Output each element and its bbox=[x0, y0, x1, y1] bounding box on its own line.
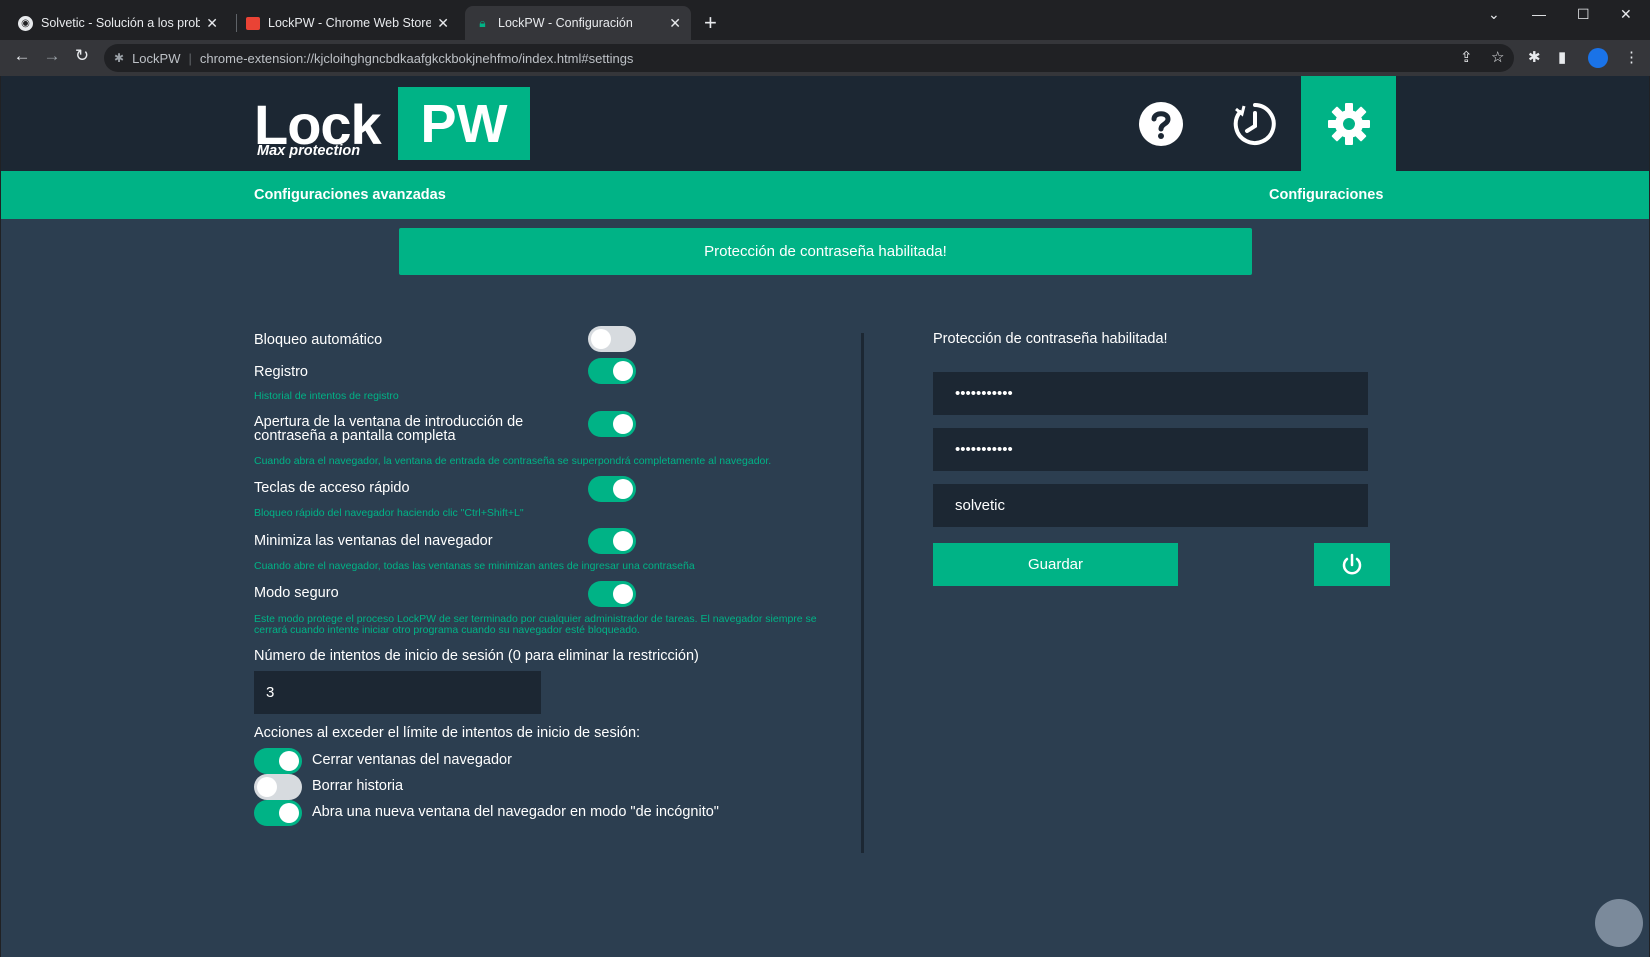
close-window-button[interactable]: ✕ bbox=[1620, 6, 1632, 23]
profile-avatar[interactable] bbox=[1588, 48, 1608, 68]
tab-advanced-settings[interactable]: Configuraciones avanzadas bbox=[254, 187, 446, 203]
power-icon bbox=[1342, 553, 1362, 574]
maximize-button[interactable]: ☐ bbox=[1577, 6, 1590, 23]
tab-search-icon[interactable]: ⌄ bbox=[1488, 6, 1500, 23]
menu-icon[interactable]: ⋮ bbox=[1624, 48, 1639, 66]
browser-toolbar: ← → ↻ ✱ LockPW | chrome-extension://kjcl… bbox=[0, 40, 1650, 76]
toggle-knob bbox=[613, 414, 633, 434]
address-extension-name: LockPW bbox=[132, 50, 181, 66]
setting-label-auto-lock: Bloqueo automático bbox=[254, 332, 383, 348]
toggle-knob bbox=[613, 479, 633, 499]
toggle-knob bbox=[613, 361, 633, 381]
help-icon bbox=[1138, 101, 1183, 146]
setting-label-safe-mode: Modo seguro bbox=[254, 585, 339, 601]
setting-hint-hotkeys: Bloqueo rápido del navegador haciendo cl… bbox=[254, 507, 524, 519]
toggle-close-windows[interactable] bbox=[254, 748, 302, 774]
tab-webstore[interactable]: LockPW - Chrome Web Store ✕ bbox=[236, 6, 459, 40]
forward-icon[interactable]: → bbox=[40, 46, 64, 66]
minimize-button[interactable]: — bbox=[1532, 6, 1546, 22]
tab-title: Solvetic - Solución a los problem bbox=[41, 16, 201, 30]
status-banner: Protección de contraseña habilitada! bbox=[399, 228, 1252, 275]
toggle-minimize[interactable] bbox=[588, 528, 636, 554]
toggle-clear-history[interactable] bbox=[254, 774, 302, 800]
setting-label-log: Registro bbox=[254, 364, 308, 380]
extension-puzzle-icon: ✱ bbox=[114, 51, 125, 65]
toggle-knob bbox=[257, 777, 277, 797]
action-label-clear-history: Borrar historia bbox=[312, 778, 404, 794]
setting-label-hotkeys: Teclas de acceso rápido bbox=[254, 480, 410, 496]
toggle-auto-lock[interactable] bbox=[588, 326, 636, 352]
actions-label: Acciones al exceder el límite de intento… bbox=[254, 725, 641, 741]
tab-title: LockPW - Chrome Web Store bbox=[268, 16, 432, 30]
tab-solvetic[interactable]: ◉ Solvetic - Solución a los problem ✕ bbox=[8, 6, 228, 40]
toggle-incognito[interactable] bbox=[254, 800, 302, 826]
share-icon[interactable]: ⇪ bbox=[1460, 48, 1473, 66]
action-label-close-windows: Cerrar ventanas del navegador bbox=[312, 752, 512, 768]
toggle-fullscreen[interactable] bbox=[588, 411, 636, 437]
action-label-incognito: Abra una nueva ventana del navegador en … bbox=[312, 804, 719, 820]
attempts-label: Número de intentos de inicio de sesión (… bbox=[254, 648, 699, 664]
confirm-password-field[interactable]: ••••••••••• bbox=[933, 428, 1368, 471]
help-button[interactable] bbox=[1113, 76, 1208, 171]
webstore-icon bbox=[246, 16, 260, 30]
globe-icon: ◉ bbox=[18, 15, 33, 31]
address-bar[interactable]: ✱ LockPW | chrome-extension://kjcloihghg… bbox=[104, 44, 1514, 72]
extensions-icon[interactable]: ✱ bbox=[1528, 48, 1541, 66]
toggle-knob bbox=[279, 803, 299, 823]
lockpw-app: Lock Max protection PW Configuraciones a… bbox=[1, 76, 1649, 957]
tab-strip: ◉ Solvetic - Solución a los problem ✕ Lo… bbox=[0, 0, 1650, 40]
watermark-logo bbox=[1595, 899, 1643, 947]
toggle-log[interactable] bbox=[588, 358, 636, 384]
new-tab-button[interactable]: + bbox=[704, 10, 717, 36]
tab-title: LockPW - Configuración bbox=[498, 16, 633, 30]
settings-icon bbox=[1327, 102, 1370, 145]
setting-hint-safe-mode: Este modo protege el proceso LockPW de s… bbox=[254, 613, 817, 636]
bookmark-star-icon[interactable]: ☆ bbox=[1491, 48, 1504, 66]
setting-hint-fullscreen: Cuando abra el navegador, la ventana de … bbox=[254, 455, 772, 467]
app-header: Lock Max protection PW bbox=[1, 76, 1649, 171]
setting-label-fullscreen: Apertura de la ventana de introducción d… bbox=[254, 414, 524, 444]
toggle-safe-mode[interactable] bbox=[588, 581, 636, 607]
logo-tagline: Max protection bbox=[257, 143, 361, 159]
sub-navigation: Configuraciones avanzadas Configuracione… bbox=[1, 171, 1649, 219]
toggle-knob bbox=[613, 584, 633, 604]
side-panel-icon[interactable]: ▮ bbox=[1558, 48, 1566, 66]
address-separator: | bbox=[188, 50, 192, 66]
save-button[interactable]: Guardar bbox=[933, 543, 1178, 586]
password-panel-title: Protección de contraseña habilitada! bbox=[933, 331, 1168, 347]
setting-hint-minimize: Cuando abre el navegador, todas las vent… bbox=[254, 560, 695, 572]
settings-button[interactable] bbox=[1301, 76, 1396, 171]
tab-lockpw-config[interactable]: 🔒︎ LockPW - Configuración ✕ bbox=[465, 6, 691, 40]
reload-icon[interactable]: ↻ bbox=[70, 46, 94, 66]
history-icon bbox=[1233, 102, 1276, 145]
history-button[interactable] bbox=[1207, 76, 1302, 171]
power-button[interactable] bbox=[1314, 543, 1390, 586]
toggle-knob bbox=[591, 329, 611, 349]
tab-settings[interactable]: Configuraciones bbox=[1269, 187, 1383, 203]
browser-chrome: ◉ Solvetic - Solución a los problem ✕ Lo… bbox=[0, 0, 1650, 76]
setting-label-minimize: Minimiza las ventanas del navegador bbox=[254, 533, 493, 549]
toggle-knob bbox=[279, 751, 299, 771]
logo-badge: PW bbox=[398, 87, 530, 160]
back-icon[interactable]: ← bbox=[10, 46, 34, 66]
setting-hint-log: Historial de intentos de registro bbox=[254, 390, 399, 402]
column-divider bbox=[861, 333, 864, 853]
address-url: chrome-extension://kjcloihghgncbdkaafgkc… bbox=[199, 50, 634, 66]
lock-icon: 🔒︎ bbox=[479, 15, 486, 30]
toggle-knob bbox=[613, 531, 633, 551]
close-tab-icon[interactable]: ✕ bbox=[437, 15, 449, 32]
toggle-hotkeys[interactable] bbox=[588, 476, 636, 502]
close-tab-icon[interactable]: ✕ bbox=[206, 15, 218, 32]
attempts-input[interactable]: 3 bbox=[254, 671, 541, 714]
close-tab-icon[interactable]: ✕ bbox=[669, 15, 681, 32]
password-hint-field[interactable]: solvetic bbox=[933, 484, 1368, 527]
password-field[interactable]: ••••••••••• bbox=[933, 372, 1368, 415]
